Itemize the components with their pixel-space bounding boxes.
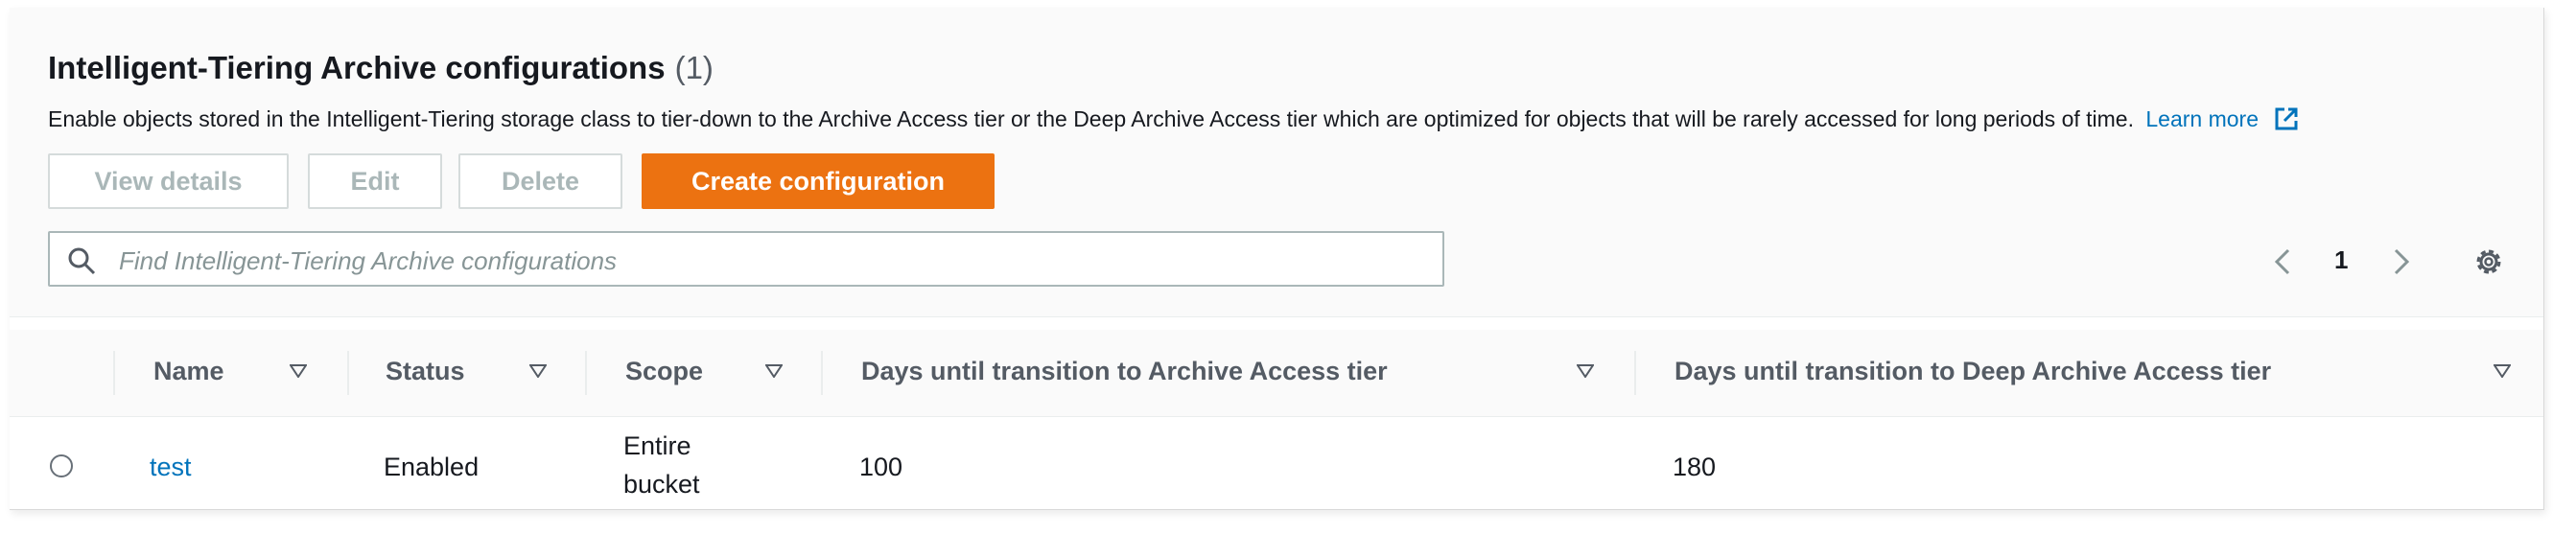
- config-scope-line1: Entire: [623, 431, 691, 460]
- panel-header: Intelligent-Tiering Archive configuratio…: [10, 8, 2543, 317]
- view-details-button[interactable]: View details: [48, 153, 289, 209]
- config-name-link[interactable]: test: [150, 453, 192, 482]
- delete-button[interactable]: Delete: [458, 153, 622, 209]
- sort-icon[interactable]: [1577, 364, 1594, 378]
- column-divider: [347, 351, 349, 395]
- column-header-name[interactable]: Name: [153, 357, 224, 386]
- create-configuration-button[interactable]: Create configuration: [642, 153, 995, 209]
- configurations-panel: Intelligent-Tiering Archive configuratio…: [10, 8, 2544, 510]
- search-placeholder: Find Intelligent-Tiering Archive configu…: [119, 246, 618, 275]
- learn-more-link[interactable]: Learn more: [2145, 106, 2259, 131]
- column-divider: [113, 351, 115, 395]
- external-link-icon[interactable]: [2274, 106, 2299, 131]
- title-count: (1): [674, 50, 714, 85]
- sort-icon[interactable]: [2494, 364, 2511, 378]
- title-text: Intelligent-Tiering Archive configuratio…: [48, 50, 666, 85]
- edit-button[interactable]: Edit: [308, 153, 442, 209]
- description-text: Enable objects stored in the Intelligent…: [48, 106, 2134, 131]
- column-divider: [821, 351, 823, 395]
- config-deep-archive-days: 180: [1673, 453, 1717, 481]
- column-header-scope[interactable]: Scope: [625, 357, 703, 386]
- config-status: Enabled: [384, 453, 480, 481]
- current-page-number[interactable]: 1: [2334, 245, 2348, 275]
- column-divider: [1634, 351, 1636, 395]
- chevron-left-icon[interactable]: [2273, 247, 2292, 276]
- config-scope-line2: bucket: [623, 470, 700, 499]
- table-header: Name Status Scope Days until transition …: [10, 330, 2543, 417]
- chevron-right-icon[interactable]: [2392, 247, 2411, 276]
- page-title: Intelligent-Tiering Archive configuratio…: [48, 50, 714, 86]
- column-header-deep-archive-days[interactable]: Days until transition to Deep Archive Ac…: [1674, 357, 2271, 386]
- column-divider: [585, 351, 587, 395]
- config-archive-days: 100: [859, 453, 903, 481]
- sort-icon[interactable]: [290, 364, 307, 378]
- column-header-status[interactable]: Status: [386, 357, 465, 386]
- sort-icon[interactable]: [765, 364, 783, 378]
- search-input[interactable]: Find Intelligent-Tiering Archive configu…: [48, 231, 1444, 287]
- sort-icon[interactable]: [529, 364, 547, 378]
- column-header-archive-days[interactable]: Days until transition to Archive Access …: [861, 357, 1388, 386]
- search-icon: [68, 247, 96, 275]
- row-select-radio[interactable]: [50, 454, 73, 477]
- table-row[interactable]: test Enabled Entire bucket 100 180: [10, 418, 2543, 509]
- gear-icon[interactable]: [2472, 245, 2505, 278]
- section-description: Enable objects stored in the Intelligent…: [48, 106, 2299, 132]
